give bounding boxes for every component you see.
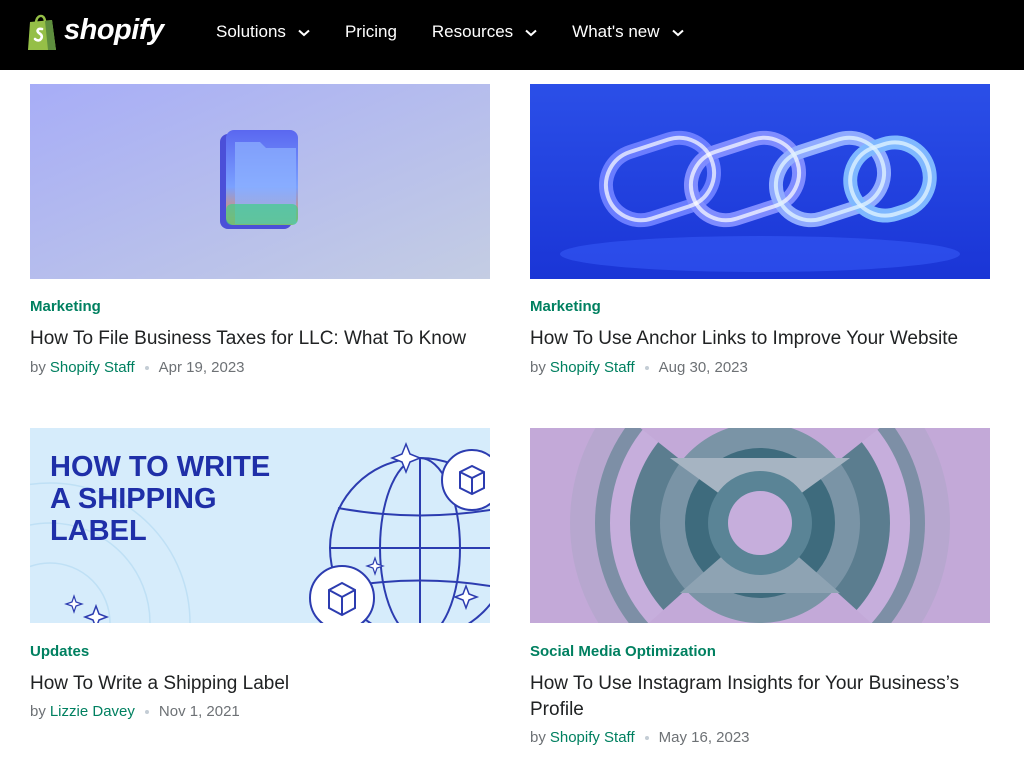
- article-category[interactable]: Marketing: [530, 298, 601, 315]
- article-byline: by Shopify Staff May 16, 2023: [530, 729, 750, 746]
- nav-solutions[interactable]: Solutions: [216, 22, 310, 42]
- article-card: [530, 84, 990, 279]
- article-byline: by Shopify Staff Aug 30, 2023: [530, 359, 748, 376]
- article-title[interactable]: How To Write a Shipping Label: [30, 671, 490, 697]
- top-navigation-bar: shopify Solutions Pricing Resources What…: [0, 0, 1024, 70]
- main-nav: Solutions Pricing Resources What's new: [216, 0, 719, 64]
- article-category[interactable]: Updates: [30, 643, 89, 660]
- separator-dot: [644, 365, 649, 370]
- separator-dot: [144, 365, 149, 370]
- nav-label: Resources: [431, 22, 514, 41]
- shopping-bag-icon: [28, 14, 56, 50]
- shopify-logo[interactable]: shopify: [26, 12, 164, 52]
- separator-dot: [144, 709, 149, 714]
- article-byline: by Shopify Staff Apr 19, 2023: [30, 359, 245, 376]
- separator-dot: [644, 735, 649, 740]
- article-card: [530, 428, 990, 623]
- folder-icon: [30, 84, 490, 279]
- article-date: Aug 30, 2023: [658, 359, 748, 376]
- chevron-down-icon: [525, 29, 537, 37]
- by-label: by: [30, 703, 46, 720]
- author-link[interactable]: Shopify Staff: [50, 359, 135, 376]
- article-category[interactable]: Social Media Optimization: [530, 643, 716, 660]
- by-label: by: [530, 729, 546, 746]
- image-headline-line: LABEL: [50, 515, 147, 547]
- article-thumbnail[interactable]: [30, 84, 490, 279]
- article-title[interactable]: How To Use Instagram Insights for Your B…: [530, 671, 990, 723]
- chain-link-icon: [530, 84, 990, 279]
- shipping-label-graphic: HOW TO WRITE A SHIPPING LABEL: [30, 428, 490, 623]
- image-headline-line: A SHIPPING: [50, 483, 217, 515]
- by-label: by: [30, 359, 46, 376]
- nav-label: Solutions: [216, 22, 286, 41]
- author-link[interactable]: Shopify Staff: [550, 729, 635, 746]
- nav-label: Pricing: [344, 22, 397, 41]
- article-date: May 16, 2023: [658, 729, 750, 746]
- article-title[interactable]: How To Use Anchor Links to Improve Your …: [530, 326, 990, 352]
- by-label: by: [530, 359, 546, 376]
- article-date: Nov 1, 2021: [158, 703, 240, 720]
- author-link[interactable]: Lizzie Davey: [50, 703, 135, 720]
- author-link[interactable]: Shopify Staff: [550, 359, 635, 376]
- article-thumbnail[interactable]: HOW TO WRITE A SHIPPING LABEL: [30, 428, 490, 623]
- article-category[interactable]: Marketing: [30, 298, 101, 315]
- concentric-rings-graphic: [530, 428, 990, 623]
- article-card: [30, 84, 490, 279]
- nav-label: What's new: [572, 22, 660, 41]
- chevron-down-icon: [671, 29, 684, 37]
- article-thumbnail[interactable]: [530, 84, 990, 279]
- logo-wordmark: shopify: [64, 13, 164, 46]
- article-title[interactable]: How To File Business Taxes for LLC: What…: [30, 326, 490, 352]
- article-card: HOW TO WRITE A SHIPPING LABEL: [30, 428, 490, 623]
- nav-whats-new[interactable]: What's new: [572, 22, 684, 42]
- article-date: Apr 19, 2023: [158, 359, 245, 376]
- image-headline-line: HOW TO WRITE: [50, 451, 270, 483]
- article-byline: by Lizzie Davey Nov 1, 2021: [30, 703, 240, 720]
- nav-resources[interactable]: Resources: [432, 22, 537, 42]
- nav-pricing[interactable]: Pricing: [345, 22, 397, 42]
- article-thumbnail[interactable]: [530, 428, 990, 623]
- chevron-down-icon: [298, 29, 310, 37]
